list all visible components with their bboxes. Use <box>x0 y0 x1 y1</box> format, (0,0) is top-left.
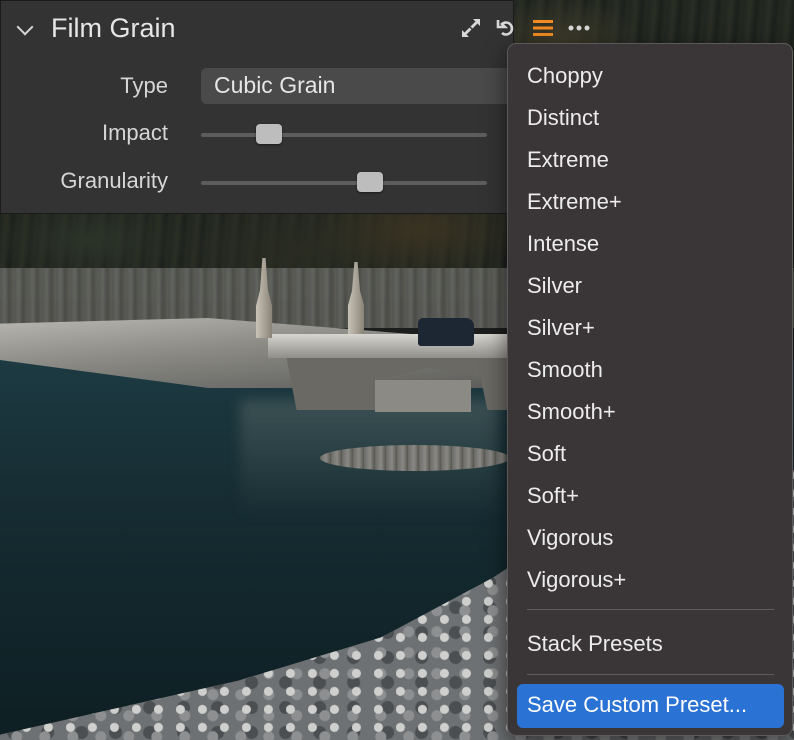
grain-type-select[interactable]: Cubic Grain <box>201 68 515 104</box>
impact-slider-thumb[interactable] <box>256 124 282 144</box>
preset-item-extreme-plus[interactable]: Extreme+ <box>527 189 622 215</box>
preset-item-intense[interactable]: Intense <box>527 231 599 257</box>
chevron-down-icon[interactable] <box>16 18 34 36</box>
menu-separator <box>527 609 774 610</box>
preset-item-silver-plus[interactable]: Silver+ <box>527 315 595 341</box>
preset-item-distinct[interactable]: Distinct <box>527 105 599 131</box>
presets-dropdown-menu: Choppy Distinct Extreme Extreme+ Intense… <box>507 43 793 736</box>
save-custom-preset-label: Save Custom Preset... <box>527 692 748 717</box>
type-label: Type <box>120 73 168 98</box>
save-custom-preset-item[interactable]: Save Custom Preset... <box>517 684 784 728</box>
film-grain-panel: Film Grain Type Cubic Grain Impact Granu… <box>0 0 590 214</box>
preset-item-soft[interactable]: Soft <box>527 441 566 467</box>
menu-separator <box>527 674 774 675</box>
grain-type-value: Cubic Grain <box>214 72 336 98</box>
presets-menu-icon[interactable] <box>531 16 555 40</box>
preset-item-vigorous-plus[interactable]: Vigorous+ <box>527 567 626 593</box>
granularity-label: Granularity <box>60 168 168 193</box>
preset-item-silver[interactable]: Silver <box>527 273 582 299</box>
stack-presets-item[interactable]: Stack Presets <box>527 631 663 657</box>
preset-item-vigorous[interactable]: Vigorous <box>527 525 613 551</box>
granularity-slider-thumb[interactable] <box>357 172 383 192</box>
expand-arrows-icon[interactable] <box>459 16 483 40</box>
panel-header: Film Grain <box>1 1 590 57</box>
impact-label: Impact <box>101 120 168 145</box>
preset-item-smooth-plus[interactable]: Smooth+ <box>527 399 616 425</box>
more-ellipsis-icon[interactable] <box>567 16 591 40</box>
preset-item-soft-plus[interactable]: Soft+ <box>527 483 579 509</box>
preset-item-extreme[interactable]: Extreme <box>527 147 609 173</box>
preset-item-choppy[interactable]: Choppy <box>527 63 603 89</box>
panel-title: Film Grain <box>51 13 176 43</box>
car <box>418 318 474 346</box>
bridge-deck <box>268 334 520 358</box>
granularity-slider[interactable] <box>201 172 487 192</box>
impact-slider[interactable] <box>201 124 487 144</box>
bridge-pier <box>375 380 471 412</box>
gravel-islet <box>320 445 510 471</box>
reset-undo-icon[interactable] <box>494 16 518 40</box>
preset-item-smooth[interactable]: Smooth <box>527 357 603 383</box>
